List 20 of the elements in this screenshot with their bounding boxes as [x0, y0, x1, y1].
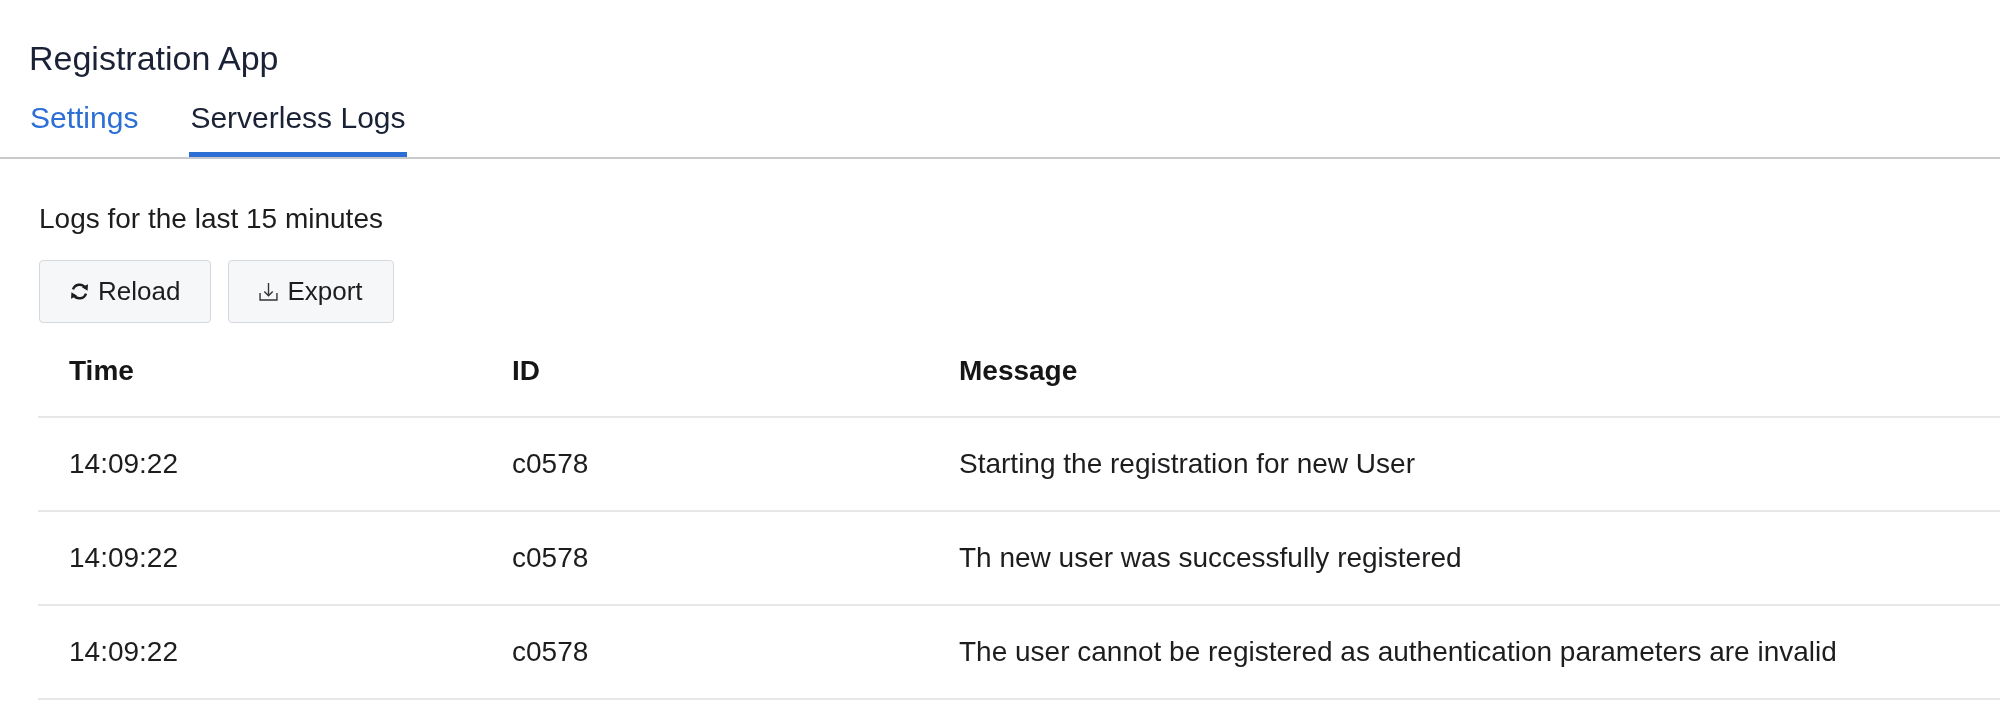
column-header: ID — [511, 354, 540, 387]
download-icon — [259, 282, 279, 301]
table-cell-text: Starting the registration for new User — [958, 448, 1415, 480]
reload-button[interactable]: Reload — [39, 260, 212, 323]
tab[interactable]: Serverless Logs — [189, 100, 407, 157]
table-cell-text: c0578 — [511, 636, 589, 668]
refresh-icon — [70, 282, 89, 301]
table-cell-text: 14:09:22 — [68, 542, 178, 574]
app-title: Registration App — [29, 38, 279, 78]
column-header: Time — [68, 354, 134, 387]
logs-caption: Logs for the last 15 minutes — [39, 202, 383, 236]
table-cell-text: The user cannot be registered as authentication parameters are invalid — [958, 636, 1837, 668]
table-cell-text: 14:09:22 — [68, 448, 178, 480]
table-cell-text: 14:09:22 — [68, 636, 178, 668]
column-header: Message — [958, 354, 1078, 387]
tab[interactable]: Settings — [29, 100, 140, 157]
table-cell-text: c0578 — [511, 448, 589, 480]
table-cell-text: c0578 — [511, 542, 589, 574]
export-button[interactable]: Export — [228, 260, 394, 323]
table-cell-text: Th new user was successfully registered — [958, 542, 1462, 574]
